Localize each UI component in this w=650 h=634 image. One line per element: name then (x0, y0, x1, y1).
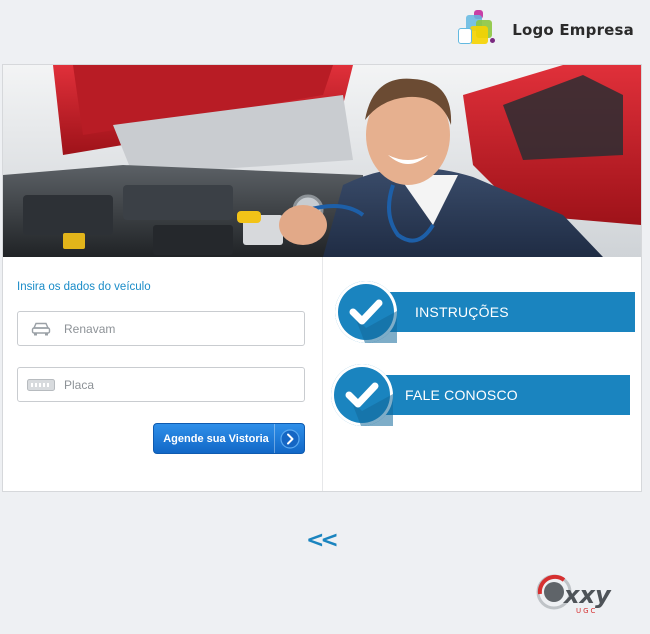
menu-panel: INSTRUÇÕES FALE CONOSCO (325, 257, 641, 491)
logo-text: Logo Empresa (512, 21, 634, 39)
renavam-input[interactable] (64, 321, 284, 336)
schedule-inspection-button[interactable]: Agende sua Vistoria (153, 423, 305, 454)
svg-text:UGC: UGC (576, 607, 597, 615)
back-link[interactable]: << (306, 528, 339, 553)
instructions-button[interactable]: INSTRUÇÕES (385, 292, 635, 332)
placa-field[interactable] (17, 367, 305, 402)
car-icon (24, 322, 58, 336)
instructions-label: INSTRUÇÕES (415, 304, 509, 320)
main-card: Insira os dados do veículo Renavam Placa… (2, 64, 642, 492)
contact-us-label: FALE CONOSCO (405, 387, 518, 403)
company-logo[interactable]: Logo Empresa (456, 10, 634, 50)
mechanic-photo (3, 65, 641, 257)
check-icon (335, 281, 397, 343)
svg-text:xxy: xxy (563, 581, 612, 609)
arrow-right-icon (274, 424, 304, 453)
header: Logo Empresa (0, 0, 650, 64)
schedule-button-label: Agende sua Vistoria (163, 432, 269, 445)
check-icon (331, 364, 393, 426)
placa-input[interactable] (64, 377, 284, 392)
renavam-field[interactable] (17, 311, 305, 346)
oxxy-logo: xxy UGC (534, 572, 634, 616)
form-title: Insira os dados do veículo (17, 281, 151, 293)
vehicle-form: Insira os dados do veículo Renavam Placa… (3, 257, 323, 491)
hero-image (3, 65, 641, 257)
license-plate-icon (24, 378, 58, 391)
colored-squares-icon (456, 10, 500, 50)
contact-us-button[interactable]: FALE CONOSCO (380, 375, 630, 415)
